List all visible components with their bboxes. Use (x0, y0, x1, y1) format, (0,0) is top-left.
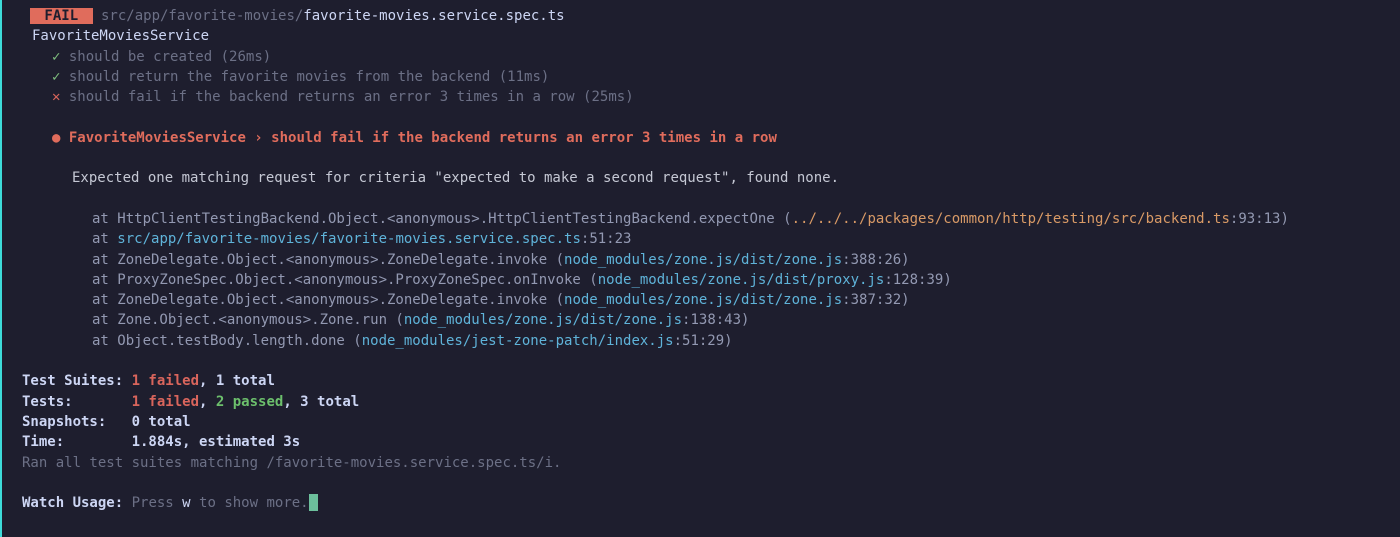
file-path-name: favorite-movies.service.spec.ts (303, 8, 564, 24)
stack-link: ../../../packages/common/http/testing/sr… (792, 211, 1230, 227)
summary-label: Tests: (22, 394, 132, 410)
stack-loc: :51:23 (581, 231, 632, 247)
stack-loc: :51:29) (674, 333, 733, 349)
stack-frame: at src/app/favorite-movies/favorite-movi… (2, 229, 1400, 249)
suite-name: FavoriteMoviesService (2, 26, 1400, 46)
summary-label: Time: (22, 434, 132, 450)
stack-pre: at HttpClientTestingBackend.Object.<anon… (92, 211, 792, 227)
stack-link: node_modules/zone.js/dist/zone.js (564, 292, 842, 308)
cursor-icon (309, 494, 318, 511)
summary-label: Snapshots: (22, 414, 132, 430)
stack-loc: :387:32) (842, 292, 909, 308)
summary-passed: 2 passed (216, 394, 283, 410)
blank-line (2, 473, 1400, 493)
ran-suites-line: Ran all test suites matching /favorite-m… (2, 453, 1400, 473)
stack-frame: at Object.testBody.length.done (node_mod… (2, 331, 1400, 351)
watch-label: Watch Usage: (22, 495, 123, 511)
stack-link: src/app/favorite-movies/favorite-movies.… (117, 231, 581, 247)
summary-failed: 1 failed (132, 373, 199, 389)
summary-value: 0 total (132, 414, 191, 430)
stack-pre: at Zone.Object.<anonymous>.Zone.run ( (92, 312, 404, 328)
fail-badge: FAIL (30, 8, 93, 24)
stack-frame: at ZoneDelegate.Object.<anonymous>.ZoneD… (2, 290, 1400, 310)
stack-loc: :138:43) (682, 312, 749, 328)
stack-frame: at Zone.Object.<anonymous>.Zone.run (nod… (2, 310, 1400, 330)
ran-suffix: . (553, 455, 561, 471)
test-result-row: ✕ should fail if the backend returns an … (2, 87, 1400, 107)
summary-label: Test Suites: (22, 373, 132, 389)
stack-link: node_modules/zone.js/dist/proxy.js (598, 272, 885, 288)
ran-prefix: Ran all test suites matching (22, 455, 266, 471)
test-name (60, 49, 68, 65)
blank-line (2, 351, 1400, 371)
summary-tests: Tests: 1 failed, 2 passed, 3 total (2, 392, 1400, 412)
fail-header-line: FAIL src/app/favorite-movies/favorite-mo… (2, 6, 1400, 26)
stack-pre: at ZoneDelegate.Object.<anonymous>.ZoneD… (92, 292, 564, 308)
summary-snapshots: Snapshots: 0 total (2, 412, 1400, 432)
file-path-dir: src/app/favorite-movies/ (93, 8, 304, 24)
summary-total: , 3 total (283, 394, 359, 410)
blank-line (2, 189, 1400, 209)
stack-frame: at ProxyZoneSpec.Object.<anonymous>.Prox… (2, 270, 1400, 290)
test-time: (26ms) (221, 49, 272, 65)
failure-title: FavoriteMoviesService › should fail if t… (60, 130, 776, 146)
summary-value: 1.884s, estimated 3s (132, 434, 301, 450)
test-time: (25ms) (583, 89, 634, 105)
watch-key: w (182, 495, 190, 511)
stack-link: node_modules/zone.js/dist/zone.js (404, 312, 682, 328)
stack-loc: :128:39) (884, 272, 951, 288)
test-result-row: ✓ should return the favorite movies from… (2, 67, 1400, 87)
test-name: should return the favorite movies from t… (69, 69, 490, 85)
stack-link: node_modules/jest-zone-patch/index.js (362, 333, 674, 349)
stack-pre: at ProxyZoneSpec.Object.<anonymous>.Prox… (92, 272, 598, 288)
blank-line (2, 148, 1400, 168)
failure-message: Expected one matching request for criter… (2, 168, 1400, 188)
stack-frame: at HttpClientTestingBackend.Object.<anon… (2, 209, 1400, 229)
stack-pre: at Object.testBody.length.done ( (92, 333, 362, 349)
watch-prefix: Press (123, 495, 182, 511)
stack-loc: :388:26) (842, 252, 909, 268)
stack-link: node_modules/zone.js/dist/zone.js (564, 252, 842, 268)
watch-suffix: to show more. (191, 495, 309, 511)
summary-total: , 1 total (199, 373, 275, 389)
test-name: should fail if the backend returns an er… (69, 89, 575, 105)
stack-pre: at (92, 231, 117, 247)
summary-time: Time: 1.884s, estimated 3s (2, 432, 1400, 452)
watch-usage-line[interactable]: Watch Usage: Press w to show more. (2, 493, 1400, 513)
stack-frame: at ZoneDelegate.Object.<anonymous>.ZoneD… (2, 250, 1400, 270)
failure-title-line: ● FavoriteMoviesService › should fail if… (2, 128, 1400, 148)
ran-pattern: /favorite-movies.service.spec.ts/i (266, 455, 553, 471)
summary-failed: 1 failed (132, 394, 199, 410)
blank-line (2, 107, 1400, 127)
terminal-output[interactable]: FAIL src/app/favorite-movies/favorite-mo… (0, 0, 1400, 537)
summary-test-suites: Test Suites: 1 failed, 1 total (2, 371, 1400, 391)
test-result-row: ✓ should be created (26ms) (2, 47, 1400, 67)
stack-pre: at ZoneDelegate.Object.<anonymous>.ZoneD… (92, 252, 564, 268)
stack-loc: :93:13) (1230, 211, 1289, 227)
test-time: (11ms) (499, 69, 550, 85)
